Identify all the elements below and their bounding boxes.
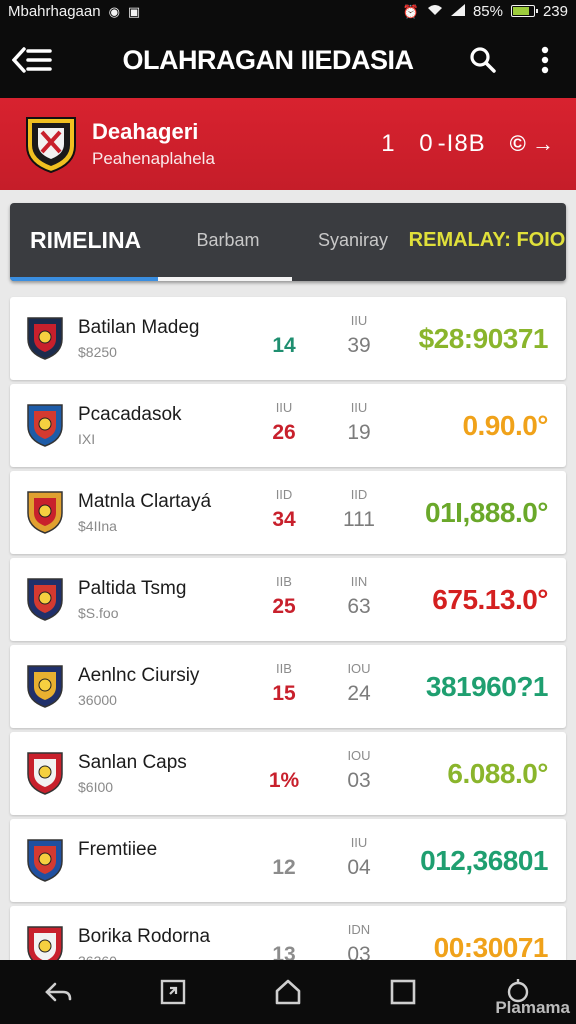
stat-a-value: 25 (272, 595, 296, 618)
stat-b-label: IIU (350, 835, 368, 850)
stat-a-value: 34 (272, 508, 296, 531)
stat-b-label: IOU (347, 661, 371, 676)
stat-b-value: 39 (347, 334, 371, 357)
stat-b-label: IOU (347, 748, 371, 763)
stat-a-value: 15 (272, 682, 296, 705)
team-name: Borika Rodorna (78, 926, 211, 947)
team-name: Sanlan Caps (78, 752, 187, 773)
stat-b-value: 04 (347, 856, 371, 879)
team-name: Matnla Clartayá (78, 491, 212, 512)
team-meta: IXI (78, 431, 96, 447)
team-meta: $8250 (78, 344, 117, 360)
team-crest-icon (26, 576, 64, 622)
team-name: Paltida Tsmg (78, 578, 187, 599)
watermark: Plamama (495, 998, 570, 1017)
stat-a-value: 14 (272, 334, 296, 357)
team-name: Batilan Madeg (78, 317, 200, 338)
stat-b-value: 03 (347, 769, 371, 792)
team-value: 00:30071 (433, 932, 549, 960)
team-crest-icon (26, 663, 64, 709)
stat-a-label: IIB (276, 574, 292, 589)
recents-icon[interactable] (373, 960, 433, 1024)
team-value: 01I,888.0° (425, 497, 548, 528)
stat-b-value: 19 (347, 421, 371, 444)
home-icon[interactable] (258, 960, 318, 1024)
team-crest-icon (26, 837, 64, 883)
stat-a-value: 13 (272, 943, 296, 960)
stat-a-value: 12 (272, 856, 296, 879)
nav-bar: Plamama (0, 960, 576, 1024)
team-meta: 36360 (78, 953, 117, 960)
stat-b-label: IID (350, 487, 368, 502)
list-item[interactable]: Pcacadasok IXI IIU 26 IIU 19 0.90.0° (10, 384, 566, 467)
team-value: 012,36801 (420, 845, 548, 876)
stat-b-label: IIU (350, 313, 368, 328)
stat-a-value: 1% (268, 769, 300, 792)
stat-a-label: IID (275, 487, 293, 502)
stat-a-label: IIU (275, 400, 293, 415)
stat-b-label: IDN (347, 922, 371, 937)
list-item[interactable]: Sanlan Caps $6I00 1% IOU 03 6.088.0° (10, 732, 566, 815)
list-item[interactable]: Aenlnc Ciursiy 36000 IIB 15 IOU 24 381960?1 (10, 645, 566, 728)
team-value: 6.088.0° (447, 758, 548, 789)
list-item[interactable]: Fremtiiee 12 IIU 04 012,36801 (10, 819, 566, 902)
team-value: $28:90371 (418, 323, 549, 354)
team-value: 0.90.0° (462, 410, 548, 441)
list-viewport: Batilan Madeg $8250 14 IIU 39 $28:90371 Pcacad… (0, 0, 576, 960)
team-crest-icon (26, 402, 64, 448)
stat-b-value: 24 (347, 682, 371, 705)
list-item[interactable]: Batilan Madeg $8250 14 IIU 39 $28:90371 (10, 297, 566, 380)
team-crest-icon (26, 750, 64, 796)
team-name: Aenlnc Ciursiy (78, 665, 200, 686)
team-meta: $4IIna (78, 518, 117, 534)
team-name: Fremtiiee (78, 839, 158, 860)
team-crest-icon (26, 924, 64, 960)
screenshot-icon[interactable] (143, 960, 203, 1024)
list-item[interactable]: Matnla Clartayá $4IIna IID 34 IID 111 01I,888.… (10, 471, 566, 554)
team-name: Pcacadasok (78, 404, 182, 425)
stat-a-label: IIB (276, 661, 292, 676)
team-value: 675.13.0° (432, 584, 548, 615)
list-item[interactable]: Paltida Tsmg $S.foo IIB 25 IIN 63 675.13.0° (10, 558, 566, 641)
team-crest-icon (26, 315, 64, 361)
team-crest-icon (26, 489, 64, 535)
team-value: 381960?1 (425, 671, 549, 702)
stat-b-value: 63 (347, 595, 371, 618)
team-meta: $S.foo (78, 605, 119, 621)
team-list: Batilan Madeg $8250 14 IIU 39 $28:90371 Pcacad… (10, 297, 566, 960)
stat-b-value: 111 (343, 508, 375, 531)
team-meta: $6I00 (78, 779, 114, 795)
stat-b-label: IIN (350, 574, 368, 589)
back-icon[interactable] (28, 960, 88, 1024)
team-meta: 36000 (78, 692, 117, 708)
stat-a-value: 26 (272, 421, 296, 444)
list-item[interactable]: Borika Rodorna 36360 13 IDN 03 00:30071 (10, 906, 566, 960)
stat-b-value: 03 (347, 943, 371, 960)
stat-b-label: IIU (350, 400, 368, 415)
